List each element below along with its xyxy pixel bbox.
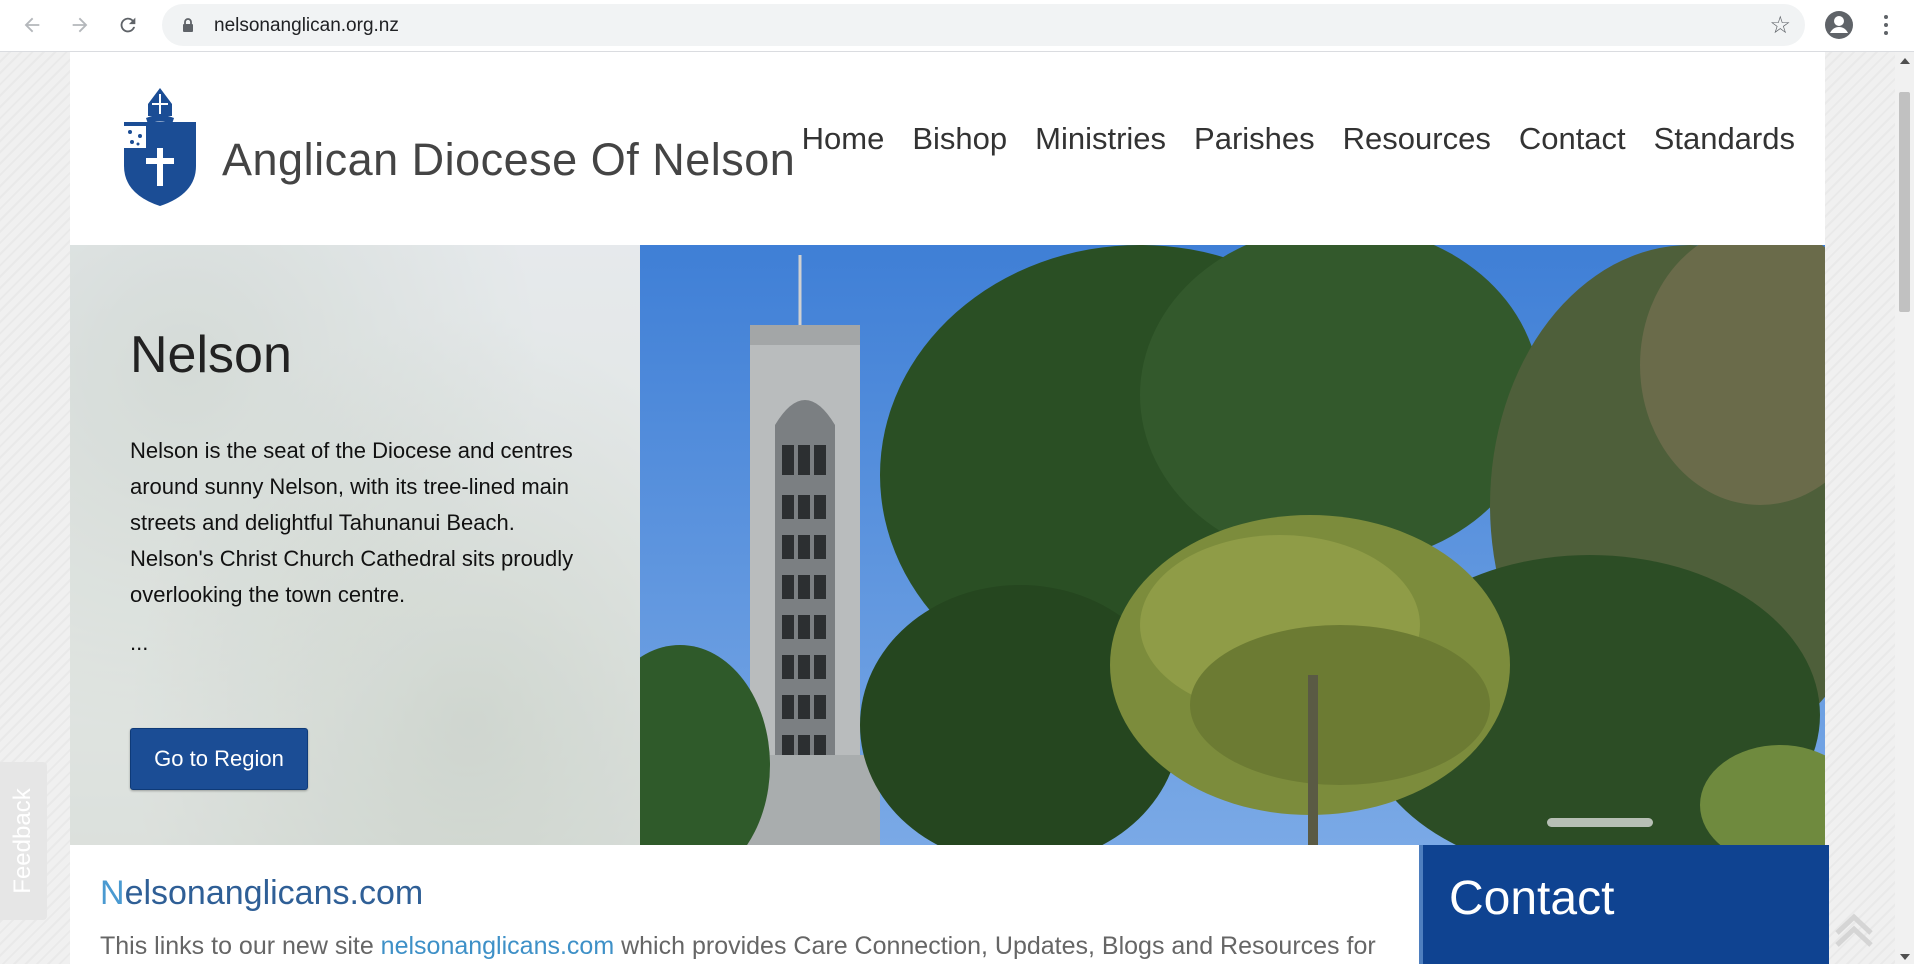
slider-progress-indicator[interactable] bbox=[1547, 818, 1653, 827]
nav-standards[interactable]: Standards bbox=[1654, 121, 1795, 157]
scroll-thumb[interactable] bbox=[1899, 92, 1910, 312]
nav-parishes[interactable]: Parishes bbox=[1194, 121, 1315, 157]
section-heading-rest: elsonanglicans.com bbox=[124, 874, 424, 912]
nav-home[interactable]: Home bbox=[802, 121, 885, 157]
hero-heading: Nelson bbox=[130, 326, 292, 384]
site-header: Anglican Diocese Of Nelson Home Bishop M… bbox=[70, 52, 1825, 246]
section-heading[interactable]: Nelsonanglicans.com bbox=[100, 874, 423, 913]
star-icon[interactable]: ☆ bbox=[1769, 11, 1791, 40]
contact-title: Contact bbox=[1449, 872, 1615, 925]
cathedral-photo bbox=[640, 245, 1825, 845]
site-title[interactable]: Anglican Diocese Of Nelson bbox=[222, 134, 795, 186]
contact-panel: Contact bbox=[1419, 845, 1829, 964]
lock-icon bbox=[183, 18, 193, 32]
site-container: Anglican Diocese Of Nelson Home Bishop M… bbox=[70, 52, 1829, 964]
feedback-label: Feedback bbox=[9, 788, 36, 894]
diocese-shield-logo-icon[interactable] bbox=[120, 86, 200, 208]
address-bar[interactable]: nelsonanglican.org.nz ☆ bbox=[162, 4, 1805, 46]
profile-icon[interactable] bbox=[1823, 9, 1855, 41]
feedback-tab[interactable]: Feedback bbox=[0, 762, 47, 920]
scroll-up-arrow-icon[interactable] bbox=[1900, 58, 1910, 64]
nav-ministries[interactable]: Ministries bbox=[1035, 121, 1166, 157]
scroll-down-arrow-icon[interactable] bbox=[1900, 954, 1910, 960]
section-text-before: This links to our new site bbox=[100, 932, 381, 960]
scroll-to-top-icon[interactable] bbox=[1829, 905, 1879, 955]
nav-bishop[interactable]: Bishop bbox=[912, 121, 1007, 157]
hero-ellipsis: ... bbox=[130, 630, 149, 655]
go-to-region-button[interactable]: Go to Region bbox=[130, 728, 308, 790]
section-text-after: which provides Care Connection, Updates,… bbox=[614, 932, 1376, 960]
more-vert-icon[interactable] bbox=[1874, 10, 1898, 40]
nav-resources[interactable]: Resources bbox=[1343, 121, 1491, 157]
browser-toolbar: nelsonanglican.org.nz ☆ bbox=[0, 0, 1914, 52]
forward-arrow-icon[interactable] bbox=[64, 9, 96, 41]
section-heading-initial: N bbox=[100, 874, 125, 912]
scrollbar[interactable] bbox=[1895, 52, 1914, 964]
reload-icon[interactable] bbox=[112, 9, 144, 41]
hero-description: Nelson is the seat of the Diocese and ce… bbox=[130, 438, 574, 607]
back-arrow-icon[interactable] bbox=[16, 9, 48, 41]
section-text: This links to our new site nelsonanglica… bbox=[100, 932, 1376, 961]
nav-contact[interactable]: Contact bbox=[1519, 121, 1626, 157]
hero-slider: Nelson Nelson is the seat of the Diocese… bbox=[70, 245, 1825, 845]
nelsonanglicans-link[interactable]: nelsonanglicans.com bbox=[381, 932, 614, 960]
main-navigation: Home Bishop Ministries Parishes Resource… bbox=[802, 121, 1795, 157]
url-text: nelsonanglican.org.nz bbox=[214, 15, 399, 36]
